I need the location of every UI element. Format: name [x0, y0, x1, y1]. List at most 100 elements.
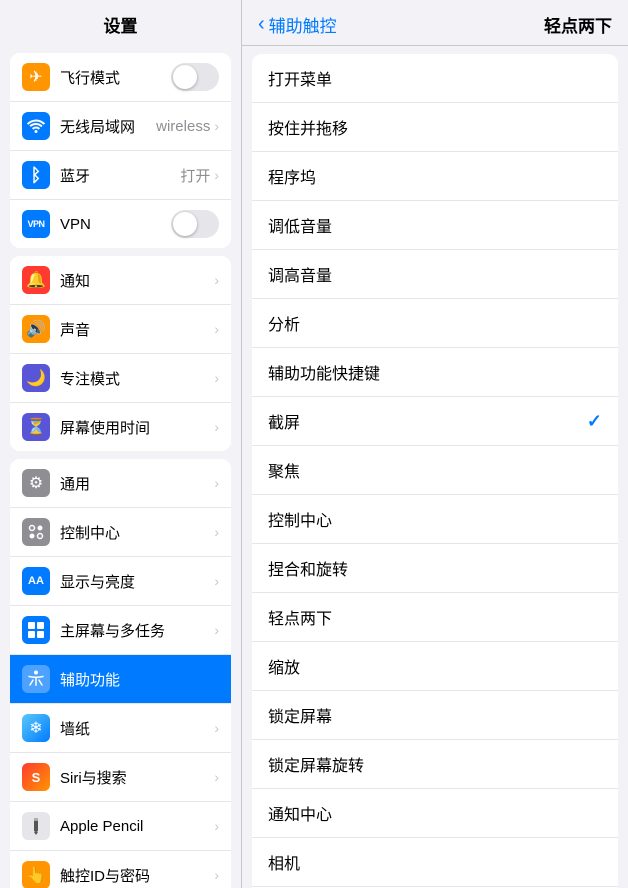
- chevron-icon: ›: [214, 475, 219, 491]
- right-list-item[interactable]: 截屏 ✓: [252, 397, 618, 446]
- chevron-icon: ›: [214, 720, 219, 736]
- sidebar-item-focus[interactable]: 🌙 专注模式 ›: [10, 354, 231, 403]
- right-list-item[interactable]: 打开菜单: [252, 54, 618, 103]
- right-list-item-label: 按住并拖移: [268, 115, 348, 139]
- sidebar-item-controlcenter[interactable]: 控制中心 ›: [10, 508, 231, 557]
- checkmark-icon: ✓: [587, 411, 602, 432]
- sidebar-item-label: 通用: [60, 473, 214, 494]
- chevron-icon: ›: [214, 769, 219, 785]
- sidebar-item-label: 控制中心: [60, 522, 214, 543]
- chevron-icon: ›: [214, 272, 219, 288]
- touchid-icon: 👆: [22, 861, 50, 888]
- sidebar-item-vpn[interactable]: VPN VPN: [10, 200, 231, 248]
- right-list-item-label: 捏合和旋转: [268, 556, 348, 580]
- sidebar-item-label: 飞行模式: [60, 67, 171, 88]
- airplane-toggle[interactable]: [171, 63, 219, 91]
- sidebar-item-label: 屏幕使用时间: [60, 417, 214, 438]
- sidebar-item-label: 显示与亮度: [60, 571, 214, 592]
- right-list-item[interactable]: 调高音量: [252, 250, 618, 299]
- right-list-item[interactable]: 缩放: [252, 642, 618, 691]
- chevron-icon: ›: [214, 867, 219, 883]
- focus-icon: 🌙: [22, 364, 50, 392]
- right-panel: ‹ 辅助触控 轻点两下 打开菜单按住并拖移程序坞调低音量调高音量分析辅助功能快捷…: [242, 0, 628, 888]
- display-icon: AA: [22, 567, 50, 595]
- sidebar-item-label: 主屏幕与多任务: [60, 620, 214, 641]
- notification-icon: 🔔: [22, 266, 50, 294]
- right-list-item-label: 聚焦: [268, 458, 300, 482]
- chevron-icon: ›: [214, 573, 219, 589]
- sidebar-item-sound[interactable]: 🔊 声音 ›: [10, 305, 231, 354]
- wifi-icon: [22, 112, 50, 140]
- siri-icon: S: [22, 763, 50, 791]
- right-list-item[interactable]: 锁定屏幕: [252, 691, 618, 740]
- chevron-icon: ›: [214, 622, 219, 638]
- sidebar-item-airplane[interactable]: ✈ 飞行模式: [10, 53, 231, 102]
- sidebar-item-wifi[interactable]: 无线局域网 wireless ›: [10, 102, 231, 151]
- sidebar-item-label: 通知: [60, 270, 214, 291]
- sidebar-item-label: 蓝牙: [60, 165, 180, 186]
- bluetooth-value: 打开: [180, 165, 210, 186]
- sidebar-item-label: 辅助功能: [60, 669, 219, 690]
- right-list-item-label: 锁定屏幕: [268, 703, 332, 727]
- right-list-item-label: 调低音量: [268, 213, 332, 237]
- right-list-item[interactable]: 控制中心: [252, 495, 618, 544]
- right-list-item-label: 截屏: [268, 409, 300, 433]
- sidebar-item-screentime[interactable]: ⏳ 屏幕使用时间 ›: [10, 403, 231, 451]
- bluetooth-icon: ᛒ: [22, 161, 50, 189]
- sidebar-item-pencil[interactable]: Apple Pencil ›: [10, 802, 231, 851]
- chevron-icon: ›: [214, 167, 219, 183]
- right-list-item[interactable]: 调低音量: [252, 201, 618, 250]
- chevron-icon: ›: [214, 818, 219, 834]
- sidebar-item-accessibility[interactable]: 辅助功能: [10, 655, 231, 704]
- sidebar-item-label: Siri与搜索: [60, 767, 214, 788]
- right-list-item[interactable]: 程序坞: [252, 152, 618, 201]
- sidebar-item-wallpaper[interactable]: ❄ 墙纸 ›: [10, 704, 231, 753]
- sidebar-item-label: VPN: [60, 216, 171, 233]
- right-list-item[interactable]: 通知中心: [252, 789, 618, 838]
- right-list-item[interactable]: 相机: [252, 838, 618, 887]
- right-list-item[interactable]: 聚焦: [252, 446, 618, 495]
- sidebar-title: 设置: [0, 0, 241, 45]
- vpn-icon: VPN: [22, 210, 50, 238]
- right-list-item-label: 轻点两下: [268, 605, 332, 629]
- right-list-item[interactable]: 按住并拖移: [252, 103, 618, 152]
- chevron-icon: ›: [214, 118, 219, 134]
- wifi-value: wireless: [156, 118, 210, 135]
- chevron-icon: ›: [214, 370, 219, 386]
- right-list-item[interactable]: 轻点两下: [252, 593, 618, 642]
- sidebar-item-label: 专注模式: [60, 368, 214, 389]
- right-list-item-label: 相机: [268, 850, 300, 874]
- accessibility-icon: [22, 665, 50, 693]
- vpn-toggle[interactable]: [171, 210, 219, 238]
- back-button[interactable]: ‹ 辅助触控: [258, 12, 337, 37]
- sidebar-item-siri[interactable]: S Siri与搜索 ›: [10, 753, 231, 802]
- back-chevron-icon: ‹: [258, 13, 265, 36]
- wallpaper-icon: ❄: [22, 714, 50, 742]
- right-list-item-label: 分析: [268, 311, 300, 335]
- sidebar-item-label: Apple Pencil: [60, 818, 214, 835]
- pencil-icon: [22, 812, 50, 840]
- right-list-item[interactable]: 捏合和旋转: [252, 544, 618, 593]
- right-list-item-label: 打开菜单: [268, 66, 332, 90]
- right-panel-header: ‹ 辅助触控 轻点两下: [242, 0, 628, 46]
- general-icon: ⚙: [22, 469, 50, 497]
- sidebar-item-display[interactable]: AA 显示与亮度 ›: [10, 557, 231, 606]
- screentime-icon: ⏳: [22, 413, 50, 441]
- sidebar-item-label: 声音: [60, 319, 214, 340]
- sidebar-section-top: ✈ 飞行模式 无线局域网 wireless ›: [10, 53, 231, 248]
- right-list-item[interactable]: 分析: [252, 299, 618, 348]
- sidebar-item-notification[interactable]: 🔔 通知 ›: [10, 256, 231, 305]
- sidebar-item-label: 墙纸: [60, 718, 214, 739]
- right-list-item[interactable]: 锁定屏幕旋转: [252, 740, 618, 789]
- right-list-item[interactable]: 辅助功能快捷键: [252, 348, 618, 397]
- sound-icon: 🔊: [22, 315, 50, 343]
- sidebar-item-label: 触控ID与密码: [60, 865, 214, 886]
- sidebar-item-general[interactable]: ⚙ 通用 ›: [10, 459, 231, 508]
- sidebar-item-bluetooth[interactable]: ᛒ 蓝牙 打开 ›: [10, 151, 231, 200]
- back-label: 辅助触控: [269, 12, 337, 37]
- sidebar-item-touchid[interactable]: 👆 触控ID与密码 ›: [10, 851, 231, 888]
- sidebar-item-homescreen[interactable]: 主屏幕与多任务 ›: [10, 606, 231, 655]
- chevron-icon: ›: [214, 419, 219, 435]
- airplane-icon: ✈: [22, 63, 50, 91]
- controlcenter-icon: [22, 518, 50, 546]
